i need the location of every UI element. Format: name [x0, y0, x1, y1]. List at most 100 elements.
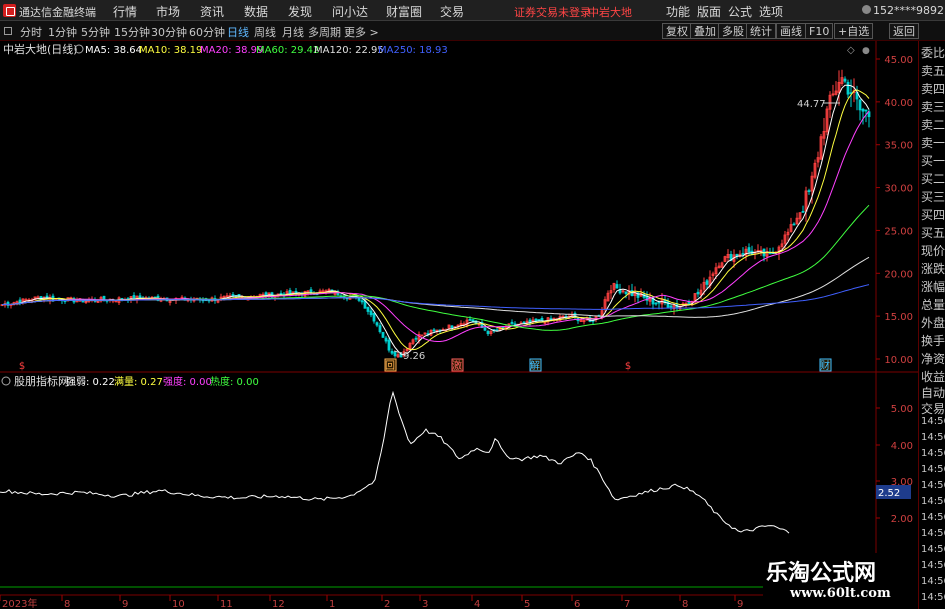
sidebar-item[interactable]: 卖二: [921, 116, 945, 133]
strength-line: [0, 390, 790, 534]
sidebar-item[interactable]: 卖四: [921, 80, 945, 97]
sidebar-time-item[interactable]: 14:56: [921, 576, 945, 587]
period-daily[interactable]: 日线: [227, 24, 249, 40]
current-value: 2.52: [878, 488, 900, 499]
period-intraday[interactable]: 分时: [20, 24, 42, 40]
overlay-button[interactable]: 叠加: [690, 23, 720, 39]
sidebar-time-item[interactable]: 14:56: [921, 416, 945, 427]
y-axis-label: 30.00: [884, 184, 913, 195]
period-1min[interactable]: 1分钟: [48, 24, 77, 40]
candle-body: [450, 325, 454, 329]
sidebar-item[interactable]: 买五: [921, 224, 945, 241]
menu-item-function[interactable]: 功能: [666, 3, 690, 20]
current-stock: 中岩大地: [588, 6, 632, 19]
sidebar-item[interactable]: 卖五: [921, 62, 945, 79]
candle-body: [861, 108, 865, 112]
menu-item-data[interactable]: 数据: [244, 3, 268, 20]
sidebar-item[interactable]: 现价: [921, 242, 945, 259]
sidebar-item[interactable]: 买四: [921, 206, 945, 223]
indicator-label: 满量: 0.27: [114, 376, 163, 388]
login-warning[interactable]: 证券交易未登录: [514, 4, 591, 20]
menu-bar: 通达信金融终端 行情 市场 资讯 数据 发现 问小达 财富圈 交易 证券交易未登…: [0, 0, 945, 21]
menu-item-wealth[interactable]: 财富圈: [386, 3, 422, 20]
period-menu-icon[interactable]: [4, 27, 12, 35]
back-button[interactable]: 返回: [889, 23, 919, 39]
period-multi[interactable]: 多周期: [308, 24, 341, 40]
candle-body: [807, 190, 811, 193]
x-axis-label: 8: [682, 599, 688, 609]
menu-item-formula[interactable]: 公式: [728, 3, 752, 20]
menu-item-quotes[interactable]: 行情: [113, 3, 137, 20]
sidebar-time-item[interactable]: 14:56: [921, 496, 945, 507]
ma-label: MA60: 29.42: [256, 45, 319, 56]
sidebar-time-item[interactable]: 14:56: [921, 448, 945, 459]
chart-option-icon: ●: [862, 46, 870, 56]
sidebar-item[interactable]: 净资: [921, 350, 945, 367]
sidebar-item[interactable]: 收益: [921, 368, 945, 385]
period-15min[interactable]: 15分钟: [114, 24, 150, 40]
user-account[interactable]: 152****9892: [873, 4, 944, 17]
candle-body: [654, 302, 658, 305]
y-axis-label: 15.00: [884, 312, 913, 323]
menu-item-ask[interactable]: 问小达: [332, 3, 368, 20]
candle-body: [414, 337, 418, 340]
y-axis-label: 2.00: [891, 514, 913, 525]
sidebar-item[interactable]: 委比: [921, 44, 945, 61]
sidebar-time-item[interactable]: 14:56: [921, 480, 945, 491]
menu-item-discover[interactable]: 发现: [288, 3, 312, 20]
period-more[interactable]: 更多 >: [344, 24, 379, 40]
sidebar-item[interactable]: 换手: [921, 332, 945, 349]
sidebar-item[interactable]: 涨幅: [921, 278, 945, 295]
statistics-button[interactable]: 统计: [746, 23, 776, 39]
low-label: 9.26: [403, 351, 425, 362]
f10-button[interactable]: F10: [805, 23, 834, 39]
period-5min[interactable]: 5分钟: [81, 24, 110, 40]
sidebar-item[interactable]: 买三: [921, 188, 945, 205]
add-watchlist-button[interactable]: +自选: [834, 23, 874, 39]
sidebar-time-item[interactable]: 14:56: [921, 560, 945, 571]
period-monthly[interactable]: 月线: [282, 24, 304, 40]
sidebar-time-item[interactable]: 14:56: [921, 592, 945, 603]
menu-item-market[interactable]: 市场: [156, 3, 180, 20]
menu-item-news[interactable]: 资讯: [200, 3, 224, 20]
candlestick-series: [0, 69, 871, 358]
indicator-settings-icon: [1, 376, 11, 386]
menu-item-options[interactable]: 选项: [759, 3, 783, 20]
ma-label: MA120: 22.95: [314, 45, 384, 56]
sidebar-item[interactable]: 卖三: [921, 98, 945, 115]
period-30min[interactable]: 30分钟: [151, 24, 187, 40]
indicator-series: [0, 390, 790, 534]
sidebar-item[interactable]: 涨跌: [921, 260, 945, 277]
sidebar-item[interactable]: 总量: [921, 296, 945, 313]
chart-title: 中岩大地(日线): [3, 42, 78, 56]
candle-body: [381, 332, 385, 338]
sidebar-time-item[interactable]: 交易: [921, 400, 945, 417]
candle-body: [747, 247, 751, 253]
sidebar-item[interactable]: 买二: [921, 170, 945, 187]
period-60min[interactable]: 60分钟: [189, 24, 225, 40]
y-axis-label: 10.00: [884, 355, 913, 366]
sidebar-time-item[interactable]: 14:56: [921, 512, 945, 523]
menu-item-trade[interactable]: 交易: [440, 3, 464, 20]
draw-line-button[interactable]: 画线: [776, 23, 806, 39]
multi-stock-button[interactable]: 多股: [718, 23, 748, 39]
x-axis-label: 12: [272, 599, 285, 609]
candle-body: [369, 310, 373, 316]
y-axis-label: 40.00: [884, 98, 913, 109]
menu-item-layout[interactable]: 版面: [697, 3, 721, 20]
app-logo-icon: [3, 4, 16, 17]
kline-chart[interactable]: 45.0040.0035.0030.0025.0020.0015.0010.00…: [0, 41, 918, 609]
sidebar-time-item[interactable]: 自动: [921, 384, 945, 401]
candle-body: [537, 319, 541, 321]
period-weekly[interactable]: 周线: [254, 24, 276, 40]
adjust-button[interactable]: 复权: [662, 23, 692, 39]
sidebar-item[interactable]: 卖一: [921, 134, 945, 151]
sidebar-time-item[interactable]: 14:56: [921, 544, 945, 555]
candle-body: [657, 301, 661, 304]
sidebar-time-item[interactable]: 14:56: [921, 464, 945, 475]
sidebar-item[interactable]: 外盘: [921, 314, 945, 331]
sidebar-time-item[interactable]: 14:56: [921, 528, 945, 539]
sidebar-item[interactable]: 买一: [921, 152, 945, 169]
candle-body: [696, 291, 700, 295]
sidebar-time-item[interactable]: 14:56: [921, 432, 945, 443]
